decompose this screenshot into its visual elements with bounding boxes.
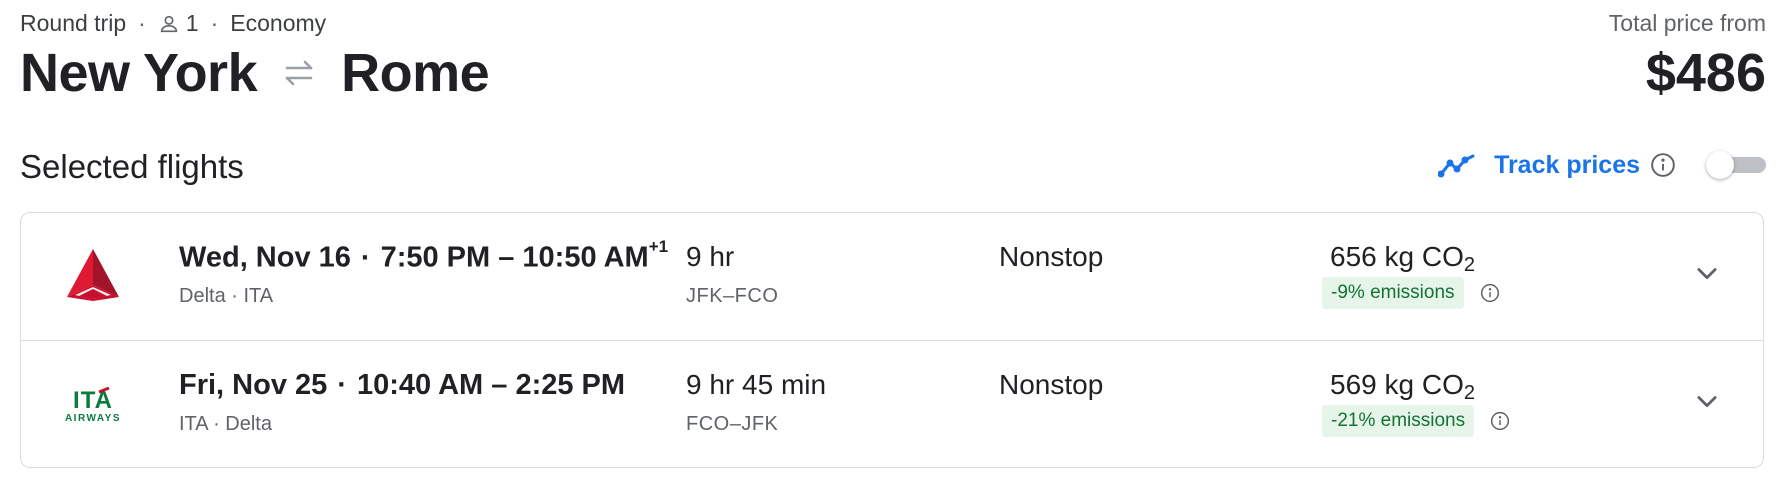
track-prices-label[interactable]: Track prices	[1494, 151, 1640, 180]
expand-flight-button[interactable]	[1691, 385, 1723, 417]
toggle-thumb	[1706, 151, 1734, 179]
delta-logo-icon	[61, 247, 125, 305]
flight-airports: JFK–FCO	[686, 285, 779, 307]
day-offset: +1	[648, 237, 669, 256]
flight-duration: 9 hr	[686, 241, 735, 272]
expand-flight-button[interactable]	[1691, 257, 1723, 289]
section-title: Selected flights	[20, 148, 244, 185]
emissions-info: -9% emissions	[1322, 277, 1500, 309]
flight-datetime: Wed, Nov 16 · 7:50 PM – 10:50 AM+1	[179, 237, 668, 275]
info-icon[interactable]	[1650, 152, 1676, 178]
cabin-class: Economy	[230, 10, 327, 36]
track-prices-toggle[interactable]	[1706, 150, 1766, 180]
flight-date: Fri, Nov 25	[179, 369, 328, 401]
price-label: Total price from	[1608, 10, 1766, 36]
separator-dot: ·	[138, 10, 146, 36]
co2-emissions: 569 kg CO2	[1330, 369, 1475, 405]
origin-city: New York	[20, 43, 258, 103]
flight-stops: Nonstop	[999, 241, 1104, 272]
track-prices: Track prices	[1438, 150, 1766, 180]
svg-text:ITA: ITA	[73, 387, 113, 414]
co2-value: 569 kg CO	[1330, 369, 1464, 400]
separator-dot: ·	[360, 241, 371, 274]
svg-text:AIRWAYS: AIRWAYS	[65, 413, 121, 424]
flight-stops: Nonstop	[999, 369, 1104, 400]
emissions-info: -21% emissions	[1322, 405, 1510, 437]
operating-airlines: Delta · ITA	[179, 285, 274, 307]
total-price: $486	[1645, 43, 1766, 103]
co2-value: 656 kg CO	[1330, 241, 1464, 272]
info-icon[interactable]	[1480, 283, 1500, 303]
chevron-down-icon	[1697, 268, 1717, 280]
flight-airports: FCO–JFK	[686, 413, 779, 435]
co2-subscript: 2	[1463, 254, 1475, 276]
emissions-badge: -21% emissions	[1322, 405, 1475, 437]
flight-date: Wed, Nov 16	[179, 241, 351, 274]
person-icon	[158, 13, 180, 35]
operating-airlines: ITA · Delta	[179, 413, 272, 435]
co2-emissions: 656 kg CO2	[1330, 241, 1475, 277]
flight-duration: 9 hr 45 min	[686, 369, 827, 400]
trip-meta: Round trip · 1 · Economy	[20, 10, 326, 37]
trend-line-icon	[1438, 152, 1476, 178]
trip-type: Round trip	[20, 10, 127, 36]
route-title: New York Rome	[20, 42, 490, 104]
flight-times: 10:40 AM – 2:25 PM	[356, 369, 626, 401]
info-icon[interactable]	[1490, 411, 1510, 431]
selected-flights-card: Wed, Nov 16 · 7:50 PM – 10:50 AM+1 Delta ·…	[20, 212, 1764, 468]
flight-datetime: Fri, Nov 25 · 10:40 AM – 2:25 PM	[179, 369, 625, 402]
ita-airways-logo-icon: ITA AIRWAYS	[61, 375, 125, 433]
co2-subscript: 2	[1463, 382, 1475, 404]
swap-arrows-icon	[279, 58, 319, 88]
chevron-down-icon	[1697, 396, 1717, 408]
passenger-count: 1	[185, 10, 199, 36]
separator-dot: ·	[210, 10, 219, 36]
destination-city: Rome	[341, 43, 490, 103]
flight-times: 7:50 PM – 10:50 AM	[380, 241, 649, 274]
separator-dot: ·	[337, 369, 347, 401]
emissions-badge: -9% emissions	[1322, 277, 1464, 309]
flight-row[interactable]: ITA AIRWAYS Fri, Nov 25 · 10:40 AM – 2:25 …	[21, 341, 1763, 467]
flight-row[interactable]: Wed, Nov 16 · 7:50 PM – 10:50 AM+1 Delta ·…	[21, 213, 1763, 341]
